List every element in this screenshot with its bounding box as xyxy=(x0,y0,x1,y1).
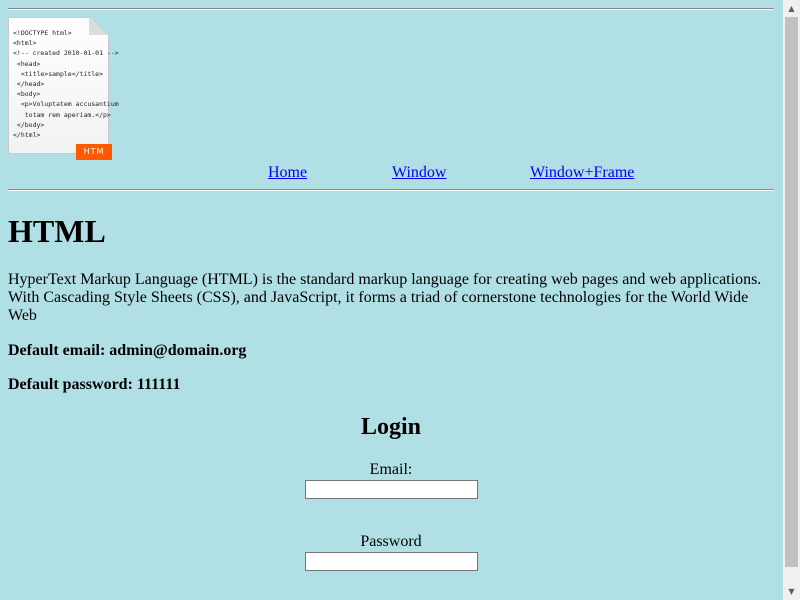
document-code-line: <!DOCTYPE html> xyxy=(13,29,72,37)
document-code-line: <p>Voluptatem accusantium xyxy=(13,100,119,109)
document-code-line: </html> xyxy=(13,131,41,140)
nav-divider xyxy=(8,189,774,191)
scroll-up-arrow-icon[interactable]: ▲ xyxy=(783,0,800,17)
scrollbar-thumb[interactable] xyxy=(785,17,798,567)
email-label: Email: xyxy=(369,461,413,478)
browser-viewport: <!DOCTYPE html> <html> <!-- created 2010-0… xyxy=(0,0,800,600)
page-title: HTML xyxy=(8,213,106,249)
login-title: Login xyxy=(360,414,422,440)
email-input[interactable] xyxy=(304,480,478,499)
default-email-text: Default email: admin@domain.org xyxy=(8,342,247,359)
document-code-line: totam rem aperiam.</p> xyxy=(13,110,111,119)
nav-link-window[interactable]: Window xyxy=(392,163,446,183)
html-description: HyperText Markup Language (HTML) is the … xyxy=(8,271,762,325)
document-code-line: </head> xyxy=(13,80,45,89)
default-password-text: Default password: 111111 xyxy=(8,376,181,393)
password-label: Password xyxy=(360,533,422,550)
nav-link-window-frame[interactable]: Window+Frame xyxy=(530,163,634,183)
document-code-preview: <!DOCTYPE html> <html> <!-- created 2010-0… xyxy=(13,28,119,140)
vertical-scrollbar[interactable]: ▲ ▼ xyxy=(783,0,800,600)
htm-badge: HTM xyxy=(76,144,112,160)
document-code-line: <title>sample</title> xyxy=(13,69,104,78)
nav-link-home[interactable]: Home xyxy=(268,163,307,183)
document-code-line: <html> xyxy=(13,39,37,48)
html-document-icon: <!DOCTYPE html> <html> <!-- created 2010-0… xyxy=(8,17,119,160)
password-input[interactable] xyxy=(304,552,478,571)
login-form: Login Email: Password xyxy=(8,410,774,571)
document-code-line: <head> xyxy=(13,59,41,68)
top-divider xyxy=(8,8,774,10)
scroll-down-arrow-icon[interactable]: ▼ xyxy=(783,583,800,600)
document-code-line: <body> xyxy=(13,90,41,99)
document-code-line: </body> xyxy=(13,120,45,129)
document-code-line: <!-- created 2010-01-01 --> xyxy=(13,49,119,58)
